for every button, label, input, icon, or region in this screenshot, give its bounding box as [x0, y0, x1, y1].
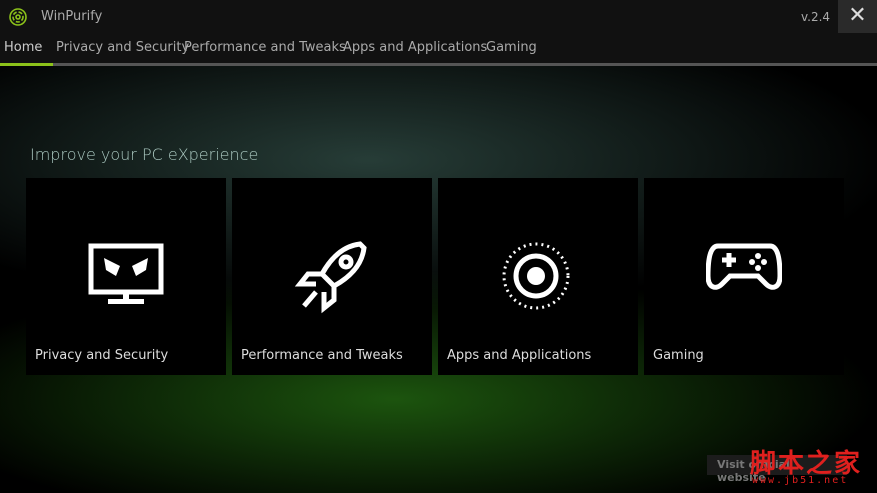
watermark-url: www.jb51.net [752, 475, 849, 486]
tile-performance-tweaks[interactable]: Performance and Tweaks [232, 178, 432, 375]
tile-label: Privacy and Security [35, 348, 169, 363]
tile-label: Apps and Applications [447, 348, 592, 363]
gamepad-icon [706, 243, 782, 290]
tab-gaming[interactable]: Gaming [486, 40, 537, 55]
target-icon [502, 242, 570, 310]
tab-performance-tweaks[interactable]: Performance and Tweaks [184, 40, 346, 55]
tab-privacy-security[interactable]: Privacy and Security [56, 40, 189, 55]
app-title: WinPurify [41, 9, 103, 24]
rocket-icon [294, 241, 367, 314]
tile-label: Performance and Tweaks [241, 348, 403, 363]
tile-gaming[interactable]: Gaming [644, 178, 844, 375]
watermark: 脚本之家 www.jb51.net [750, 443, 870, 488]
tile-privacy-security[interactable]: Privacy and Security [26, 178, 226, 375]
tile-apps[interactable]: Apps and Applications [438, 178, 638, 375]
tab-apps[interactable]: Apps and Applications [343, 40, 487, 55]
version-label: v.2.4 [801, 10, 831, 24]
title-bar: WinPurify v.2.4 ✕ [0, 0, 877, 34]
page-heading: Improve your PC eXperience [30, 145, 259, 164]
nav-tabs: Home Privacy and Security Performance an… [0, 34, 877, 63]
close-button[interactable]: ✕ [838, 0, 877, 33]
tab-home[interactable]: Home [4, 40, 42, 55]
home-panel: Improve your PC eXperience Privacy and S… [0, 66, 877, 493]
fingerprint-logo-icon [9, 8, 27, 26]
tile-label: Gaming [653, 348, 704, 363]
monitor-mask-icon [88, 243, 164, 304]
